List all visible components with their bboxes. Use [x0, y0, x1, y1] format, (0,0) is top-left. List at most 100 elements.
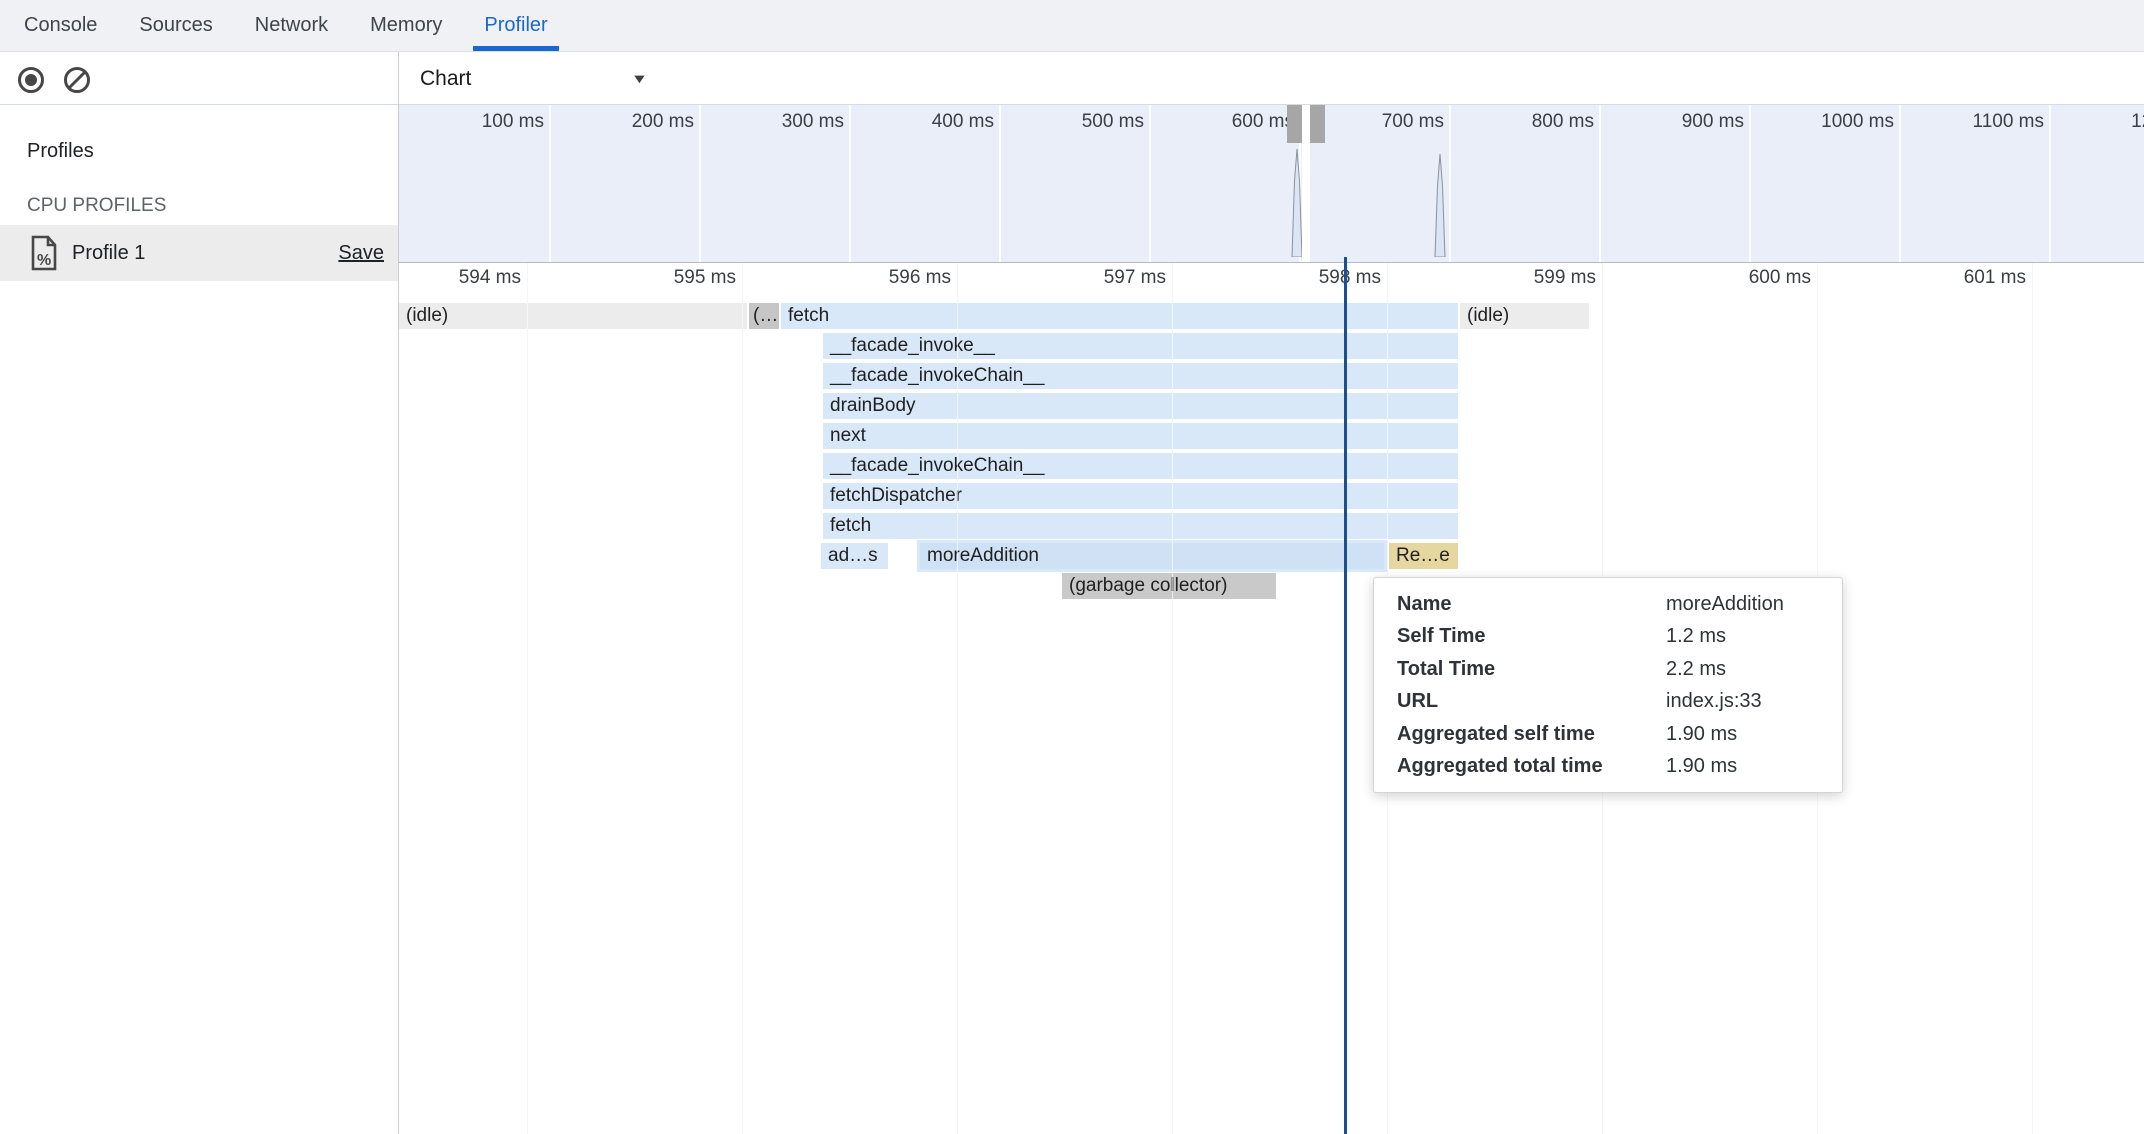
- frame-bar[interactable]: moreAddition: [920, 543, 1384, 569]
- frame-bar[interactable]: next: [823, 423, 1458, 449]
- overview-gridline: [999, 105, 1001, 262]
- profiles-sidebar: Profiles CPU PROFILES % Profile 1 Save: [0, 52, 399, 1134]
- frame-tooltip: NamemoreAddition Self Time1.2 ms Total T…: [1373, 577, 1843, 793]
- overview-tick-label: 400 ms: [854, 111, 994, 135]
- view-mode-label: Chart: [420, 67, 471, 91]
- profile-name: Profile 1: [72, 242, 338, 265]
- overview-tick-label: 1100 ms: [1904, 111, 2044, 135]
- time-tick-label: 594 ms: [437, 267, 521, 291]
- tab-sources[interactable]: Sources: [128, 0, 223, 51]
- frame-bar[interactable]: fetch: [781, 303, 1458, 329]
- flame-row: __facade_invoke__: [399, 333, 2144, 359]
- time-gridline-overlay: [527, 263, 528, 1134]
- chevron-down-icon: ▼: [631, 71, 648, 86]
- cpu-profiles-section-heading: CPU PROFILES: [27, 195, 166, 217]
- time-tick-label: 599 ms: [1512, 267, 1596, 291]
- playhead-marker: [1344, 257, 1347, 1134]
- tab-bar: Console Sources Network Memory Profiler: [0, 0, 2144, 52]
- clear-button[interactable]: [62, 65, 92, 95]
- tooltip-value: 1.2 ms: [1666, 625, 1842, 648]
- profiles-heading: Profiles: [27, 140, 94, 163]
- profiler-panel: Chart ▼ 100 ms 200 ms 300 ms 400 ms 500 ms 60…: [399, 52, 2144, 1134]
- selection-right-handle[interactable]: [1310, 105, 1325, 143]
- overview-tick-label: 800 ms: [1454, 111, 1594, 135]
- overview-tick-label: 200 ms: [554, 111, 694, 135]
- time-gridline-overlay: [742, 263, 743, 1134]
- timeline-overview[interactable]: 100 ms 200 ms 300 ms 400 ms 500 ms 600 ms 700 …: [399, 105, 2144, 263]
- flame-row: (garbage collector): [399, 573, 2144, 599]
- frame-bar[interactable]: Re…e: [1389, 543, 1458, 569]
- frame-bar[interactable]: (…: [749, 303, 779, 329]
- time-gridline-overlay: [2032, 263, 2033, 1134]
- overview-tick-label: 600 ms: [1154, 111, 1294, 135]
- overview-tick-label: 1200 ms: [2064, 111, 2144, 135]
- time-tick-label: 597 ms: [1082, 267, 1166, 291]
- tooltip-label: Aggregated total time: [1397, 755, 1666, 778]
- tooltip-value: index.js:33: [1666, 690, 1842, 713]
- tooltip-label: Total Time: [1397, 658, 1666, 681]
- cpu-activity-spike: [1434, 154, 1446, 262]
- tab-memory[interactable]: Memory: [359, 0, 453, 51]
- tab-console[interactable]: Console: [13, 0, 108, 51]
- frame-bar[interactable]: (garbage collector): [1062, 573, 1276, 599]
- tab-network[interactable]: Network: [244, 0, 339, 51]
- frame-bar[interactable]: fetch: [823, 513, 1458, 539]
- frame-bar[interactable]: ad…s: [821, 543, 888, 569]
- overview-gridline: [699, 105, 701, 262]
- save-link[interactable]: Save: [338, 242, 384, 265]
- flame-row: next: [399, 423, 2144, 449]
- profile-list-item[interactable]: % Profile 1 Save: [0, 225, 398, 281]
- flame-row: (idle)(…fetch(idle): [399, 303, 2144, 329]
- frame-bar[interactable]: fetchDispatcher: [823, 483, 1458, 509]
- overview-gridline: [2049, 105, 2051, 262]
- devtools-window: Console Sources Network Memory Profiler …: [0, 0, 2144, 1134]
- view-mode-dropdown[interactable]: Chart ▼: [420, 62, 646, 95]
- flame-row: ad…s moreAdditionRe…e: [399, 543, 2144, 569]
- flame-row: drainBody: [399, 393, 2144, 419]
- tooltip-label: Name: [1397, 593, 1666, 616]
- flame-row: __facade_invokeChain__: [399, 363, 2144, 389]
- tooltip-label: Aggregated self time: [1397, 723, 1666, 746]
- time-tick-label: 600 ms: [1727, 267, 1811, 291]
- flame-chart: NamemoreAddition Self Time1.2 ms Total T…: [399, 263, 2144, 1134]
- frame-bar[interactable]: drainBody: [823, 393, 1458, 419]
- profiler-toolbar: [0, 52, 398, 105]
- record-icon: [16, 65, 46, 95]
- clear-icon: [62, 65, 92, 95]
- time-tick-label: 596 ms: [867, 267, 951, 291]
- frame-bar[interactable]: (idle): [399, 303, 747, 329]
- record-button[interactable]: [16, 65, 46, 95]
- time-tick-label: 601 ms: [1942, 267, 2026, 291]
- flame-row: fetch: [399, 513, 2144, 539]
- overview-tick-label: 900 ms: [1604, 111, 1744, 135]
- time-gridline-overlay: [957, 263, 958, 1134]
- frame-bar[interactable]: __facade_invokeChain__: [823, 453, 1458, 479]
- overview-gridline: [849, 105, 851, 262]
- frame-bar[interactable]: (idle): [1460, 303, 1589, 329]
- flame-row: __facade_invokeChain__: [399, 453, 2144, 479]
- flame-row: fetchDispatcher: [399, 483, 2144, 509]
- overview-tick-label: 500 ms: [1004, 111, 1144, 135]
- view-toolbar: Chart ▼: [399, 52, 2144, 105]
- tooltip-value: 1.90 ms: [1666, 755, 1842, 778]
- overview-tick-label: 700 ms: [1304, 111, 1444, 135]
- time-gridline-overlay: [1172, 263, 1173, 1134]
- overview-tick-label: 1000 ms: [1754, 111, 1894, 135]
- overview-gridline: [549, 105, 551, 262]
- tab-profiler[interactable]: Profiler: [473, 0, 558, 51]
- overview-tick-label: 100 ms: [404, 111, 544, 135]
- tooltip-label: Self Time: [1397, 625, 1666, 648]
- overview-tick-label: 300 ms: [704, 111, 844, 135]
- tooltip-value: moreAddition: [1666, 593, 1842, 616]
- profile-document-icon: %: [30, 235, 58, 271]
- selection-left-handle[interactable]: [1287, 105, 1302, 143]
- time-tick-label: 598 ms: [1297, 267, 1381, 291]
- overview-gridline: [1899, 105, 1901, 262]
- time-tick-label: 595 ms: [652, 267, 736, 291]
- frame-bar[interactable]: __facade_invokeChain__: [823, 363, 1458, 389]
- selection-range: [1302, 105, 1310, 262]
- svg-text:%: %: [37, 252, 51, 269]
- overview-gridline: [1449, 105, 1451, 262]
- frame-bar[interactable]: __facade_invoke__: [823, 333, 1458, 359]
- tooltip-value: 1.90 ms: [1666, 723, 1842, 746]
